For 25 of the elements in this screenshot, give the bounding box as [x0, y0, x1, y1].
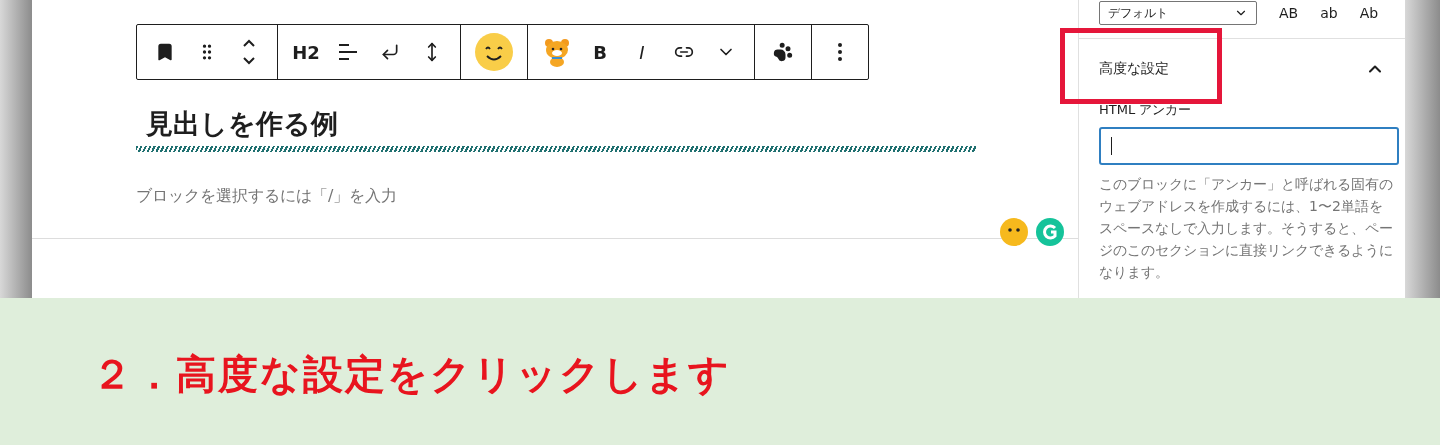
letter-case-option[interactable]: AB [1279, 5, 1299, 21]
return-arrow-icon [380, 42, 400, 62]
style-select[interactable]: デフォルト [1099, 1, 1257, 25]
emoji-face-icon[interactable] [1000, 218, 1028, 246]
paw-icon [773, 42, 793, 62]
block-placeholder[interactable]: ブロックを選択するには「/」を入力 [136, 186, 1078, 208]
smiley-icon [475, 33, 513, 71]
anchor-input-field[interactable] [1099, 127, 1399, 165]
up-down-chevron-icon [241, 38, 257, 66]
bold-button[interactable]: B [586, 36, 614, 68]
field-label: HTML アンカー [1099, 101, 1193, 119]
sticker-button[interactable] [542, 36, 572, 68]
heading-level-button[interactable]: H2 [292, 36, 320, 68]
emoji-button[interactable] [475, 36, 513, 68]
more-vertical-icon [838, 43, 842, 61]
italic-button[interactable]: I [628, 36, 656, 68]
letter-case-option[interactable]: Ab [1359, 5, 1379, 21]
bear-icon [542, 37, 572, 67]
bookmark-icon [155, 42, 175, 62]
caption-text: ２．高度な設定をクリックします [92, 350, 731, 399]
heading-text[interactable]: 見出しを作る例 [146, 108, 1078, 141]
align-left-icon [337, 42, 359, 62]
advanced-panel-toggle[interactable]: 高度な設定 [1079, 39, 1405, 99]
letter-case-option[interactable]: ab [1320, 5, 1338, 21]
help-text: このブロックに「アンカー」と呼ばれる固有のウェブアドレスを作成するには、1〜2単語をスペースなしで入力します。そうすると、ページのこのセクションに直接リンクできるようになります。 [1099, 175, 1394, 282]
